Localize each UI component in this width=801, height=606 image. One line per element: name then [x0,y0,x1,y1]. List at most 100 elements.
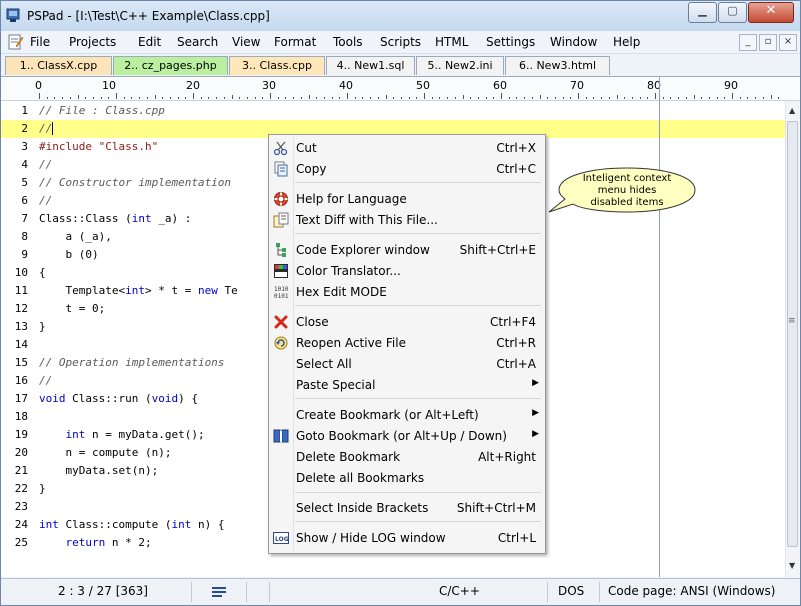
menu-item-close[interactable]: Close Ctrl+F4 [269,312,545,333]
svg-text:0101: 0101 [274,293,289,300]
menu-item-select-all[interactable]: Select All Ctrl+A [269,354,545,375]
submenu-arrow-icon: ▶ [532,378,539,388]
code-text: t = 0; [39,302,106,315]
menu-html[interactable]: HTML [435,35,468,49]
tab-new3-html[interactable]: 6.. New3.html [505,56,610,75]
menu-item-select-inside-brackets[interactable]: Select Inside Brackets Shift+Ctrl+M [269,498,545,519]
minimize-icon: ▁ [698,4,707,17]
submenu-arrow-icon: ▶ [532,408,539,418]
line-number: 24 [14,518,28,531]
tab-class-cpp[interactable]: 3.. Class.cpp [229,56,325,75]
vertical-scrollbar[interactable]: ▲ ≡ ▼ [785,101,800,577]
mdi-minimize-button[interactable]: _ [739,34,757,51]
line-number: 13 [14,320,28,333]
menu-item-reopen-active-file[interactable]: Reopen Active File Ctrl+R [269,333,545,354]
menu-help[interactable]: Help [613,35,640,49]
maximize-button[interactable]: ▢ [718,2,747,23]
ruler-label: 0 [35,79,42,92]
line-number: 25 [14,536,28,549]
line-number: 8 [21,230,28,243]
title-bar[interactable]: PSPad - [I:\Test\C++ Example\Class.cpp] … [1,1,800,31]
menu-item-cut[interactable]: Cut Ctrl+X [269,138,545,159]
mdi-restore-button[interactable]: ▫ [759,34,777,51]
code-text: // File : Class.cpp [39,104,165,117]
syntax-mode[interactable]: C/C++ [439,584,480,598]
minimize-button[interactable]: ▁ [688,2,717,23]
menu-projects[interactable]: Projects [69,35,116,49]
ruler-label: 90 [724,79,738,92]
window-title: PSPad - [I:\Test\C++ Example\Class.cpp] [27,9,270,23]
menu-item-color-translator[interactable]: Color Translator... [269,261,545,282]
scroll-down-icon[interactable]: ▼ [789,561,795,570]
scroll-grip-icon: ≡ [788,316,796,326]
menu-item-text-diff[interactable]: Text Diff with This File... [269,210,545,231]
tab-cz-pages-php[interactable]: 2.. cz_pages.php [113,56,228,75]
code-page[interactable]: Code page: ANSI (Windows) [608,584,775,598]
menu-file[interactable]: File [30,35,50,49]
code-text: #include "Class.h" [39,140,159,153]
tooltip-callout: Inteligent context menu hides disabled i… [548,166,696,216]
close-x-icon [274,315,288,329]
tab-label: 1.. ClassX.cpp [19,59,98,72]
menu-item-create-bookmark[interactable]: Create Bookmark (or Alt+Left) ▶ [269,405,545,426]
line-number: 15 [14,356,28,369]
menu-item-hex-edit[interactable]: 1010 0101 Hex Edit MODE [269,282,545,303]
scissors-icon [273,141,288,156]
menu-item-copy[interactable]: Copy Ctrl+C [269,159,545,180]
tab-new1-sql[interactable]: 4.. New1.sql [326,56,415,75]
ruler-label: 10 [102,79,116,92]
ruler-ticks [39,93,779,99]
menu-search[interactable]: Search [177,35,218,49]
menu-item-goto-bookmark[interactable]: Goto Bookmark (or Alt+Up / Down) ▶ [269,426,545,447]
code-text: // [39,158,53,171]
tab-classx-cpp[interactable]: 1.. ClassX.cpp [5,56,112,75]
menu-tools[interactable]: Tools [333,35,363,49]
line-number: 16 [14,374,28,387]
menu-settings[interactable]: Settings [486,35,535,49]
code-text: // Constructor implementation [39,176,232,189]
tab-label: 4.. New1.sql [336,59,405,72]
line-number: 9 [21,248,28,261]
code-text: b (0) [39,248,99,261]
code-text: void Class::run (void) { [39,392,198,405]
menu-item-log-window[interactable]: LOG Show / Hide LOG window Ctrl+L [269,528,545,549]
wrap-mode-icon[interactable] [212,587,226,598]
column-ruler: 0 10 20 30 40 50 60 70 80 90 [1,77,800,101]
code-text: return n * 2; [65,536,152,549]
context-menu: Cut Ctrl+X Copy Ctrl+C Help for Language… [268,134,546,554]
hex-edit-icon: 1010 0101 [274,286,289,300]
code-line[interactable]: 1 // File : Class.cpp [1,102,786,120]
menu-view[interactable]: View [232,35,260,49]
line-ending[interactable]: DOS [558,584,584,598]
tab-label: 3.. Class.cpp [242,59,312,72]
code-text: } [39,320,46,333]
menu-item-paste-special[interactable]: Paste Special ▶ [269,375,545,396]
code-text: // [39,122,54,135]
menu-edit[interactable]: Edit [138,35,161,49]
line-number: 3 [21,140,28,153]
mdi-close-button[interactable]: × [779,34,797,51]
line-number: 19 [14,428,28,441]
document-menu-icon[interactable] [7,34,23,50]
line-number: 20 [14,446,28,459]
line-number: 10 [14,266,28,279]
menu-scripts[interactable]: Scripts [380,35,421,49]
pspad-app-icon[interactable] [6,8,20,23]
app-window: PSPad - [I:\Test\C++ Example\Class.cpp] … [0,0,801,606]
lifebuoy-icon [274,192,288,206]
menu-window[interactable]: Window [550,35,597,49]
menu-item-delete-all-bookmarks[interactable]: Delete all Bookmarks [269,468,545,489]
ruler-label: 70 [570,79,584,92]
menu-item-help-for-language[interactable]: Help for Language [269,189,545,210]
menu-item-code-explorer[interactable]: Code Explorer window Shift+Ctrl+E [269,240,545,261]
tab-new2-ini[interactable]: 5.. New2.ini [416,56,504,75]
line-number: 4 [21,158,28,171]
ruler-label: 30 [262,79,276,92]
callout-text: Inteligent context menu hides disabled i… [582,173,672,208]
scrollbar-thumb[interactable] [787,121,798,547]
code-text: } [39,482,46,495]
menu-item-delete-bookmark[interactable]: Delete Bookmark Alt+Right [269,447,545,468]
scroll-up-icon[interactable]: ▲ [789,106,795,115]
close-window-button[interactable]: ✕ [748,2,794,23]
menu-format[interactable]: Format [274,35,316,49]
